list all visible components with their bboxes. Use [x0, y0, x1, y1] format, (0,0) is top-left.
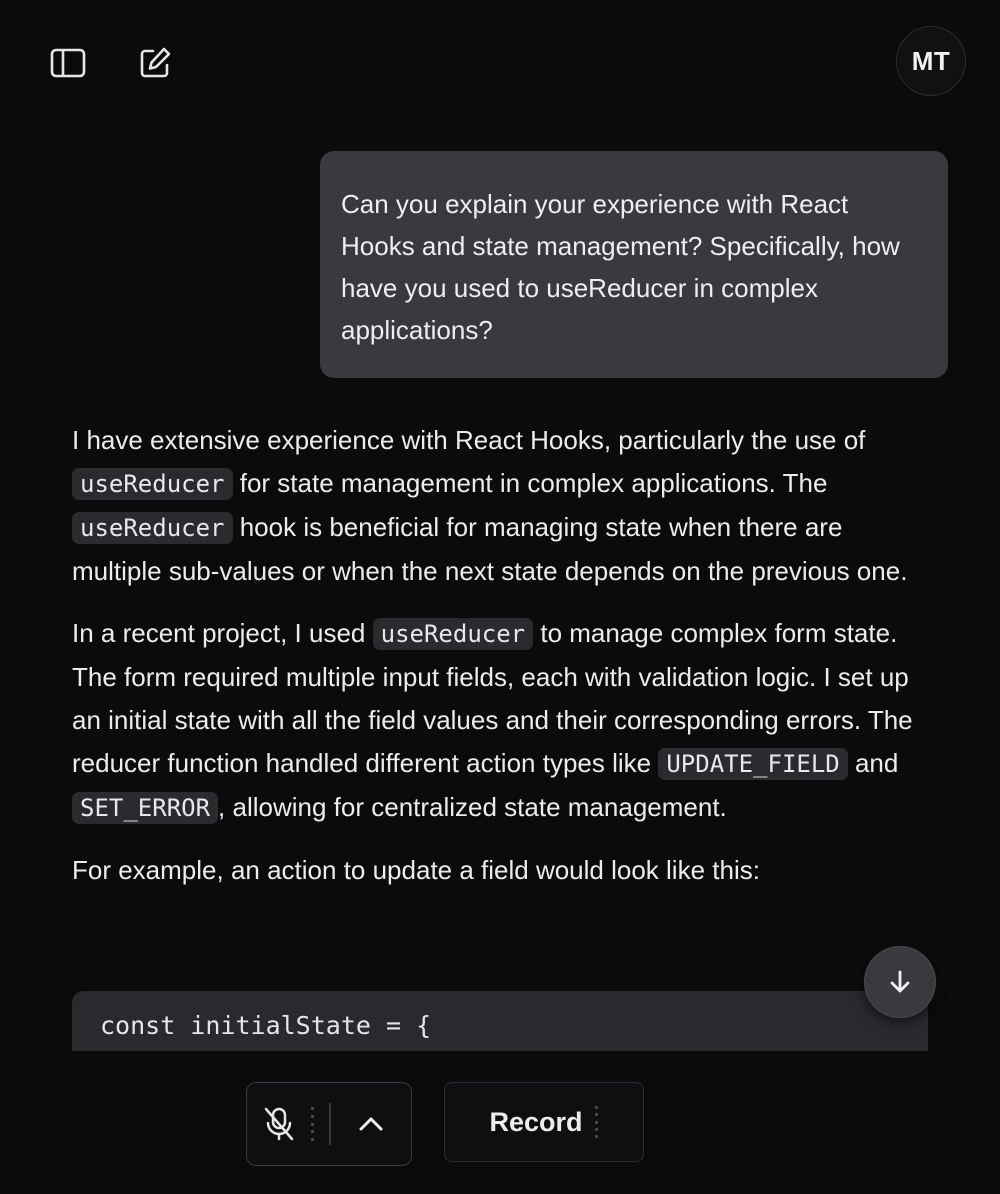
mic-options-button[interactable] [331, 1083, 411, 1165]
code-line: const initialState = { [100, 1011, 432, 1040]
arrow-down-icon [890, 970, 910, 993]
inline-code: useReducer [72, 512, 233, 544]
inline-code: UPDATE_FIELD [658, 748, 848, 780]
scroll-to-bottom-button[interactable] [864, 946, 936, 1018]
mic-control-group [246, 1082, 412, 1166]
inline-code: useReducer [72, 468, 233, 500]
new-chat-button[interactable] [131, 39, 179, 87]
assistant-paragraph-2: In a recent project, I used useReducer t… [72, 612, 932, 830]
inline-code: SET_ERROR [72, 792, 219, 824]
assistant-paragraph-1: I have extensive experience with React H… [72, 419, 932, 593]
drag-handle [311, 1107, 315, 1141]
drag-handle [594, 1106, 599, 1138]
sidebar-toggle-button[interactable] [44, 39, 92, 87]
top-bar: MT [0, 0, 1000, 125]
mic-off-icon [264, 1107, 294, 1141]
chevron-up-icon [359, 1117, 383, 1131]
paragraph-text: I have extensive experience with React H… [72, 425, 866, 455]
paragraph-text: and [847, 748, 899, 778]
user-message-text: Can you explain your experience with Rea… [341, 189, 900, 345]
code-block: const initialState = { [72, 991, 928, 1051]
record-button[interactable]: Record [444, 1082, 644, 1162]
paragraph-text: For example, an action to update a field… [72, 855, 760, 885]
paragraph-text: , allowing for centralized state managem… [218, 792, 727, 822]
user-avatar[interactable]: MT [896, 26, 966, 96]
paragraph-text: In a recent project, I used [72, 618, 373, 648]
assistant-message: I have extensive experience with React H… [72, 419, 932, 911]
paragraph-text: for state management in complex applicat… [232, 468, 828, 498]
inline-code: useReducer [372, 618, 534, 650]
assistant-paragraph-3: For example, an action to update a field… [72, 849, 932, 892]
sidebar-icon [50, 48, 86, 78]
edit-icon [140, 47, 171, 78]
user-message-bubble: Can you explain your experience with Rea… [320, 151, 948, 378]
record-label: Record [489, 1106, 583, 1137]
mute-mic-button[interactable] [247, 1083, 311, 1165]
